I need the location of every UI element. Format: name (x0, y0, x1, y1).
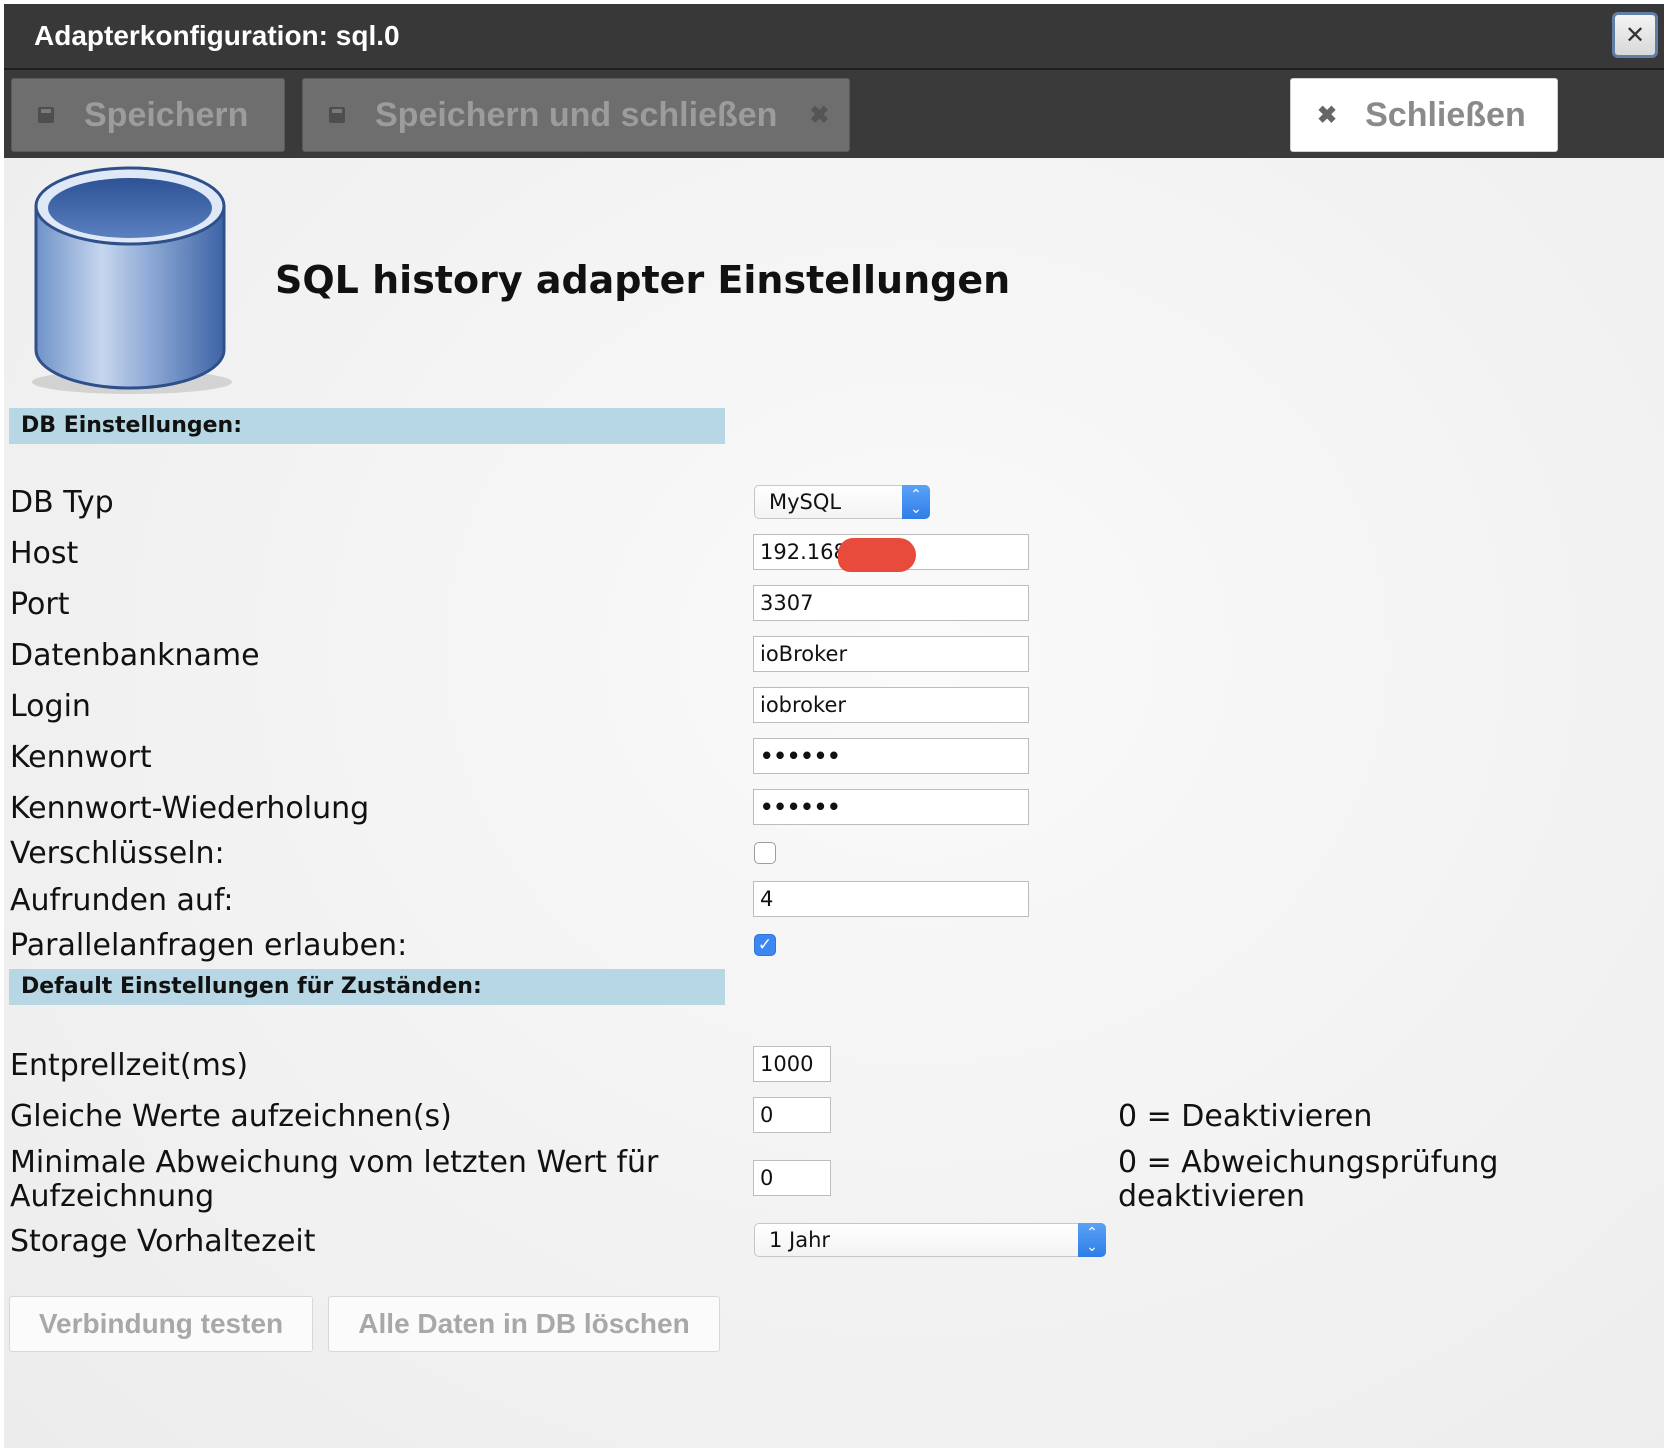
redaction-mark (838, 538, 916, 572)
dialog-title: Adapterkonfiguration: sql.0 (34, 20, 400, 51)
debounce-label: Entprellzeit(ms) (10, 1048, 249, 1083)
checkmark-icon: ✓ (757, 935, 773, 955)
retention-label: Storage Vorhaltezeit (10, 1224, 316, 1259)
encrypt-label: Verschlüsseln: (10, 836, 225, 871)
login-input[interactable]: iobroker (753, 687, 1029, 723)
parallel-label: Parallelanfragen erlauben: (10, 928, 408, 963)
toolbar: Speichern Speichern und schließen ✖ ✖ Sc… (4, 70, 1664, 158)
password-input[interactable]: •••••• (753, 738, 1029, 774)
min-change-input[interactable]: 0 (753, 1160, 831, 1196)
adapter-config-dialog: Adapterkonfiguration: sql.0 ✕ Speichern … (4, 4, 1664, 1448)
test-connection-button[interactable]: Verbindung testen (9, 1296, 313, 1352)
min-change-label-line2: Aufzeichnung (10, 1179, 215, 1214)
chevron-updown-icon: ⌃ ⌄ (1078, 1223, 1106, 1257)
password-label: Kennwort (10, 740, 152, 775)
min-change-label-line1: Minimale Abweichung vom letzten Wert für (10, 1145, 659, 1180)
section-db-settings: DB Einstellungen: (9, 408, 725, 444)
database-icon (32, 166, 232, 394)
close-icon: ✖ (1317, 101, 1338, 129)
section-default-settings: Default Einstellungen für Zuständen: (9, 969, 725, 1005)
login-label: Login (10, 689, 91, 724)
password-repeat-label: Kennwort-Wiederholung (10, 791, 370, 826)
close-button[interactable]: ✖ Schließen (1290, 78, 1558, 152)
save-button-label: Speichern (84, 95, 249, 134)
same-values-input[interactable]: 0 (753, 1097, 831, 1133)
close-icon: ✖ (809, 101, 830, 129)
same-values-label: Gleiche Werte aufzeichnen(s) (10, 1099, 452, 1134)
retention-select[interactable]: 1 Jahr ⌃ ⌄ (754, 1223, 1106, 1257)
password-repeat-input[interactable]: •••••• (753, 789, 1029, 825)
title-bar: Adapterkonfiguration: sql.0 ✕ (4, 4, 1664, 70)
encrypt-checkbox[interactable] (754, 842, 776, 864)
save-icon (329, 107, 345, 123)
close-icon[interactable]: ✕ (1612, 12, 1658, 58)
min-change-hint-line2: deaktivieren (1118, 1179, 1306, 1214)
save-button[interactable]: Speichern (11, 78, 285, 152)
port-input[interactable]: 3307 (753, 585, 1029, 621)
close-button-label: Schließen (1365, 95, 1526, 134)
port-label: Port (10, 587, 70, 622)
round-label: Aufrunden auf: (10, 883, 234, 918)
host-label: Host (10, 536, 79, 571)
parallel-checkbox[interactable]: ✓ (754, 934, 776, 956)
delete-all-data-button[interactable]: Alle Daten in DB löschen (328, 1296, 720, 1352)
db-type-select[interactable]: MySQL ⌃ ⌄ (754, 485, 930, 519)
save-and-close-label: Speichern und schließen (375, 95, 778, 134)
db-type-label: DB Typ (10, 485, 114, 520)
debounce-input[interactable]: 1000 (753, 1046, 831, 1082)
min-change-hint-line1: 0 = Abweichungsprüfung (1118, 1145, 1499, 1180)
db-name-input[interactable]: ioBroker (753, 636, 1029, 672)
page-title: SQL history adapter Einstellungen (275, 258, 1011, 302)
chevron-updown-icon: ⌃ ⌄ (902, 485, 930, 519)
same-values-hint: 0 = Deaktivieren (1118, 1099, 1373, 1134)
save-and-close-button[interactable]: Speichern und schließen ✖ (302, 78, 850, 152)
db-name-label: Datenbankname (10, 638, 260, 673)
db-type-value: MySQL (769, 490, 842, 514)
save-icon (38, 107, 54, 123)
round-input[interactable]: 4 (753, 881, 1029, 917)
retention-value: 1 Jahr (769, 1228, 831, 1252)
